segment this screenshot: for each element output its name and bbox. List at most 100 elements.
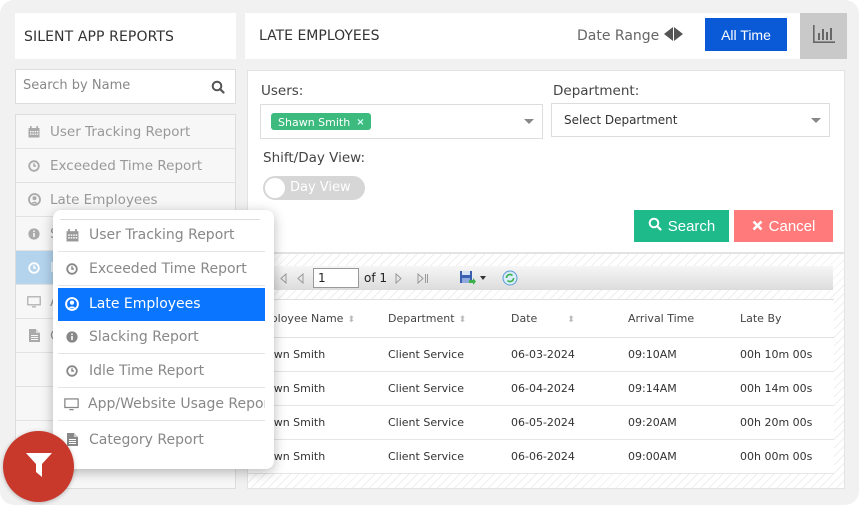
menu-item-label: Slacking Report [89,329,199,345]
previous-page-icon[interactable] [296,272,304,284]
menu-item-user-tracking-report[interactable]: User Tracking Report [58,219,265,252]
user-chip: Shawn Smith × [271,113,371,130]
chart-view-button[interactable] [800,13,847,59]
menu-item-category-report[interactable]: Category Report [58,423,265,456]
close-icon [752,218,763,235]
table-row[interactable]: Shawn Smith Client Service 06-05-2024 09:20… [249,405,834,440]
filter-icon [25,452,53,482]
menu-item-app-website-usage-report[interactable]: App/Website Usage Report [58,388,265,421]
refresh-icon[interactable] [502,270,518,286]
search-input[interactable] [23,78,203,93]
info-icon [27,227,41,240]
department-placeholder: Select Department [564,113,678,127]
report-viewer: of 1 Employee Name⬍ Department⬍ Date⬍ Ar… [247,253,845,489]
next-page-icon[interactable] [395,272,403,284]
clock-icon [27,159,41,172]
menu-item-label: Late Employees [89,296,201,312]
report-toolbar: of 1 [249,266,833,290]
sidebar-item-exceeded-time-report[interactable]: Exceeded Time Report [16,149,235,183]
all-time-button[interactable]: All Time [705,18,787,51]
table-row[interactable]: Shawn Smith Client Service 06-04-2024 09:14… [249,371,834,406]
sidebar-item-user-tracking-report[interactable]: User Tracking Report [16,115,235,149]
menu-item-slacking-report[interactable]: Slacking Report [58,321,265,354]
table-row[interactable]: Shawn Smith Client Service 06-03-2024 09:10… [249,337,834,372]
sidebar-item-label: Late Employees [50,191,158,208]
sidebar-item-label: Exceeded Time Report [50,157,203,174]
bar-chart-icon [812,24,836,48]
date-range-prev-icon[interactable] [664,27,674,45]
search-button[interactable]: Search [634,210,729,242]
info-icon [64,331,80,343]
table-header-row: Employee Name ⬍ Department ⬍ Date ⬍ Arrival… [249,299,834,338]
table-cell: 09:20AM [612,405,725,440]
cancel-button[interactable]: Cancel [734,210,833,242]
department-select[interactable]: Select Department [551,103,830,137]
date-range: Date Range [577,27,684,45]
menu-item-exceeded-time-report[interactable]: Exceeded Time Report [58,253,265,286]
sidebar-item-label: User Tracking Report [50,123,191,140]
table-cell: 09:14AM [612,371,725,406]
date-range-label: Date Range [577,28,660,44]
table-cell: 00h 00m 00s [725,439,834,474]
user-circle-icon [64,297,80,311]
search-by-name-field[interactable] [15,69,236,104]
toggle-knob [265,178,285,198]
sort-icon[interactable]: ⬍ [347,315,355,325]
page-title: LATE EMPLOYEES [259,28,380,44]
column-header-arrival-time: Arrival Time [612,299,725,338]
late-employees-table: Employee Name ⬍ Department ⬍ Date ⬍ Arrival… [249,299,834,474]
table-cell: Client Service [374,337,497,372]
last-page-icon[interactable] [417,272,429,284]
search-icon [648,217,662,235]
export-dropdown-icon[interactable] [480,276,487,280]
menu-item-label: Idle Time Report [89,363,205,379]
document-icon [27,329,41,342]
page-count: of 1 [364,271,388,285]
menu-item-idle-time-report[interactable]: Idle Time Report [58,355,265,388]
users-select[interactable]: Shawn Smith × [260,104,543,139]
menu-item-label: Category Report [89,431,204,448]
filter-menu-button[interactable] [3,431,74,502]
table-cell: 00h 10m 00s [725,337,834,372]
remove-user-icon[interactable]: × [356,117,364,128]
export-save-icon[interactable] [459,270,477,286]
table-cell: 06-05-2024 [497,405,612,440]
sort-icon[interactable]: ⬍ [567,315,575,325]
monitor-icon [64,397,79,411]
menu-item-label: Exceeded Time Report [89,261,247,277]
sort-icon[interactable]: ⬍ [459,315,467,325]
report-switcher-menu: User Tracking Report Exceeded Time Repor… [53,210,274,469]
table-cell: 09:00AM [612,439,725,474]
table-cell: Client Service [374,405,497,440]
table-cell: Client Service [374,439,497,474]
table-cell: Client Service [374,371,497,406]
menu-item-label: User Tracking Report [89,227,235,243]
page-number-input[interactable] [313,268,359,288]
date-range-next-icon[interactable] [674,27,684,45]
left-panel-title: SILENT APP REPORTS [15,13,236,59]
table-cell: 06-04-2024 [497,371,612,406]
table-cell: 00h 14m 00s [725,371,834,406]
day-view-toggle[interactable]: Day View [263,176,365,200]
user-circle-icon [27,193,41,206]
search-button-label: Search [667,217,716,235]
calendar-icon [64,228,80,242]
first-page-icon[interactable] [279,272,287,284]
clock-icon [64,365,80,377]
chevron-down-icon[interactable] [811,118,821,123]
menu-item-label: App/Website Usage Report [88,396,265,412]
table-row[interactable]: Shawn Smith Client Service 06-06-2024 09:00… [249,439,834,474]
menu-item-late-employees[interactable]: Late Employees [58,288,265,321]
user-chip-label: Shawn Smith [278,115,351,129]
chevron-down-icon[interactable] [524,119,534,124]
shift-day-view-label: Shift/Day View: [263,150,366,166]
column-header-department[interactable]: Department ⬍ [374,299,497,338]
calendar-icon [27,125,41,138]
column-header-date[interactable]: Date ⬍ [497,299,612,338]
table-cell: 00h 20m 00s [725,405,834,440]
toggle-label: Day View [290,180,351,195]
table-cell: 06-06-2024 [497,439,612,474]
table-cell: 09:10AM [612,337,725,372]
department-label: Department: [553,83,640,99]
search-icon[interactable] [211,79,225,98]
